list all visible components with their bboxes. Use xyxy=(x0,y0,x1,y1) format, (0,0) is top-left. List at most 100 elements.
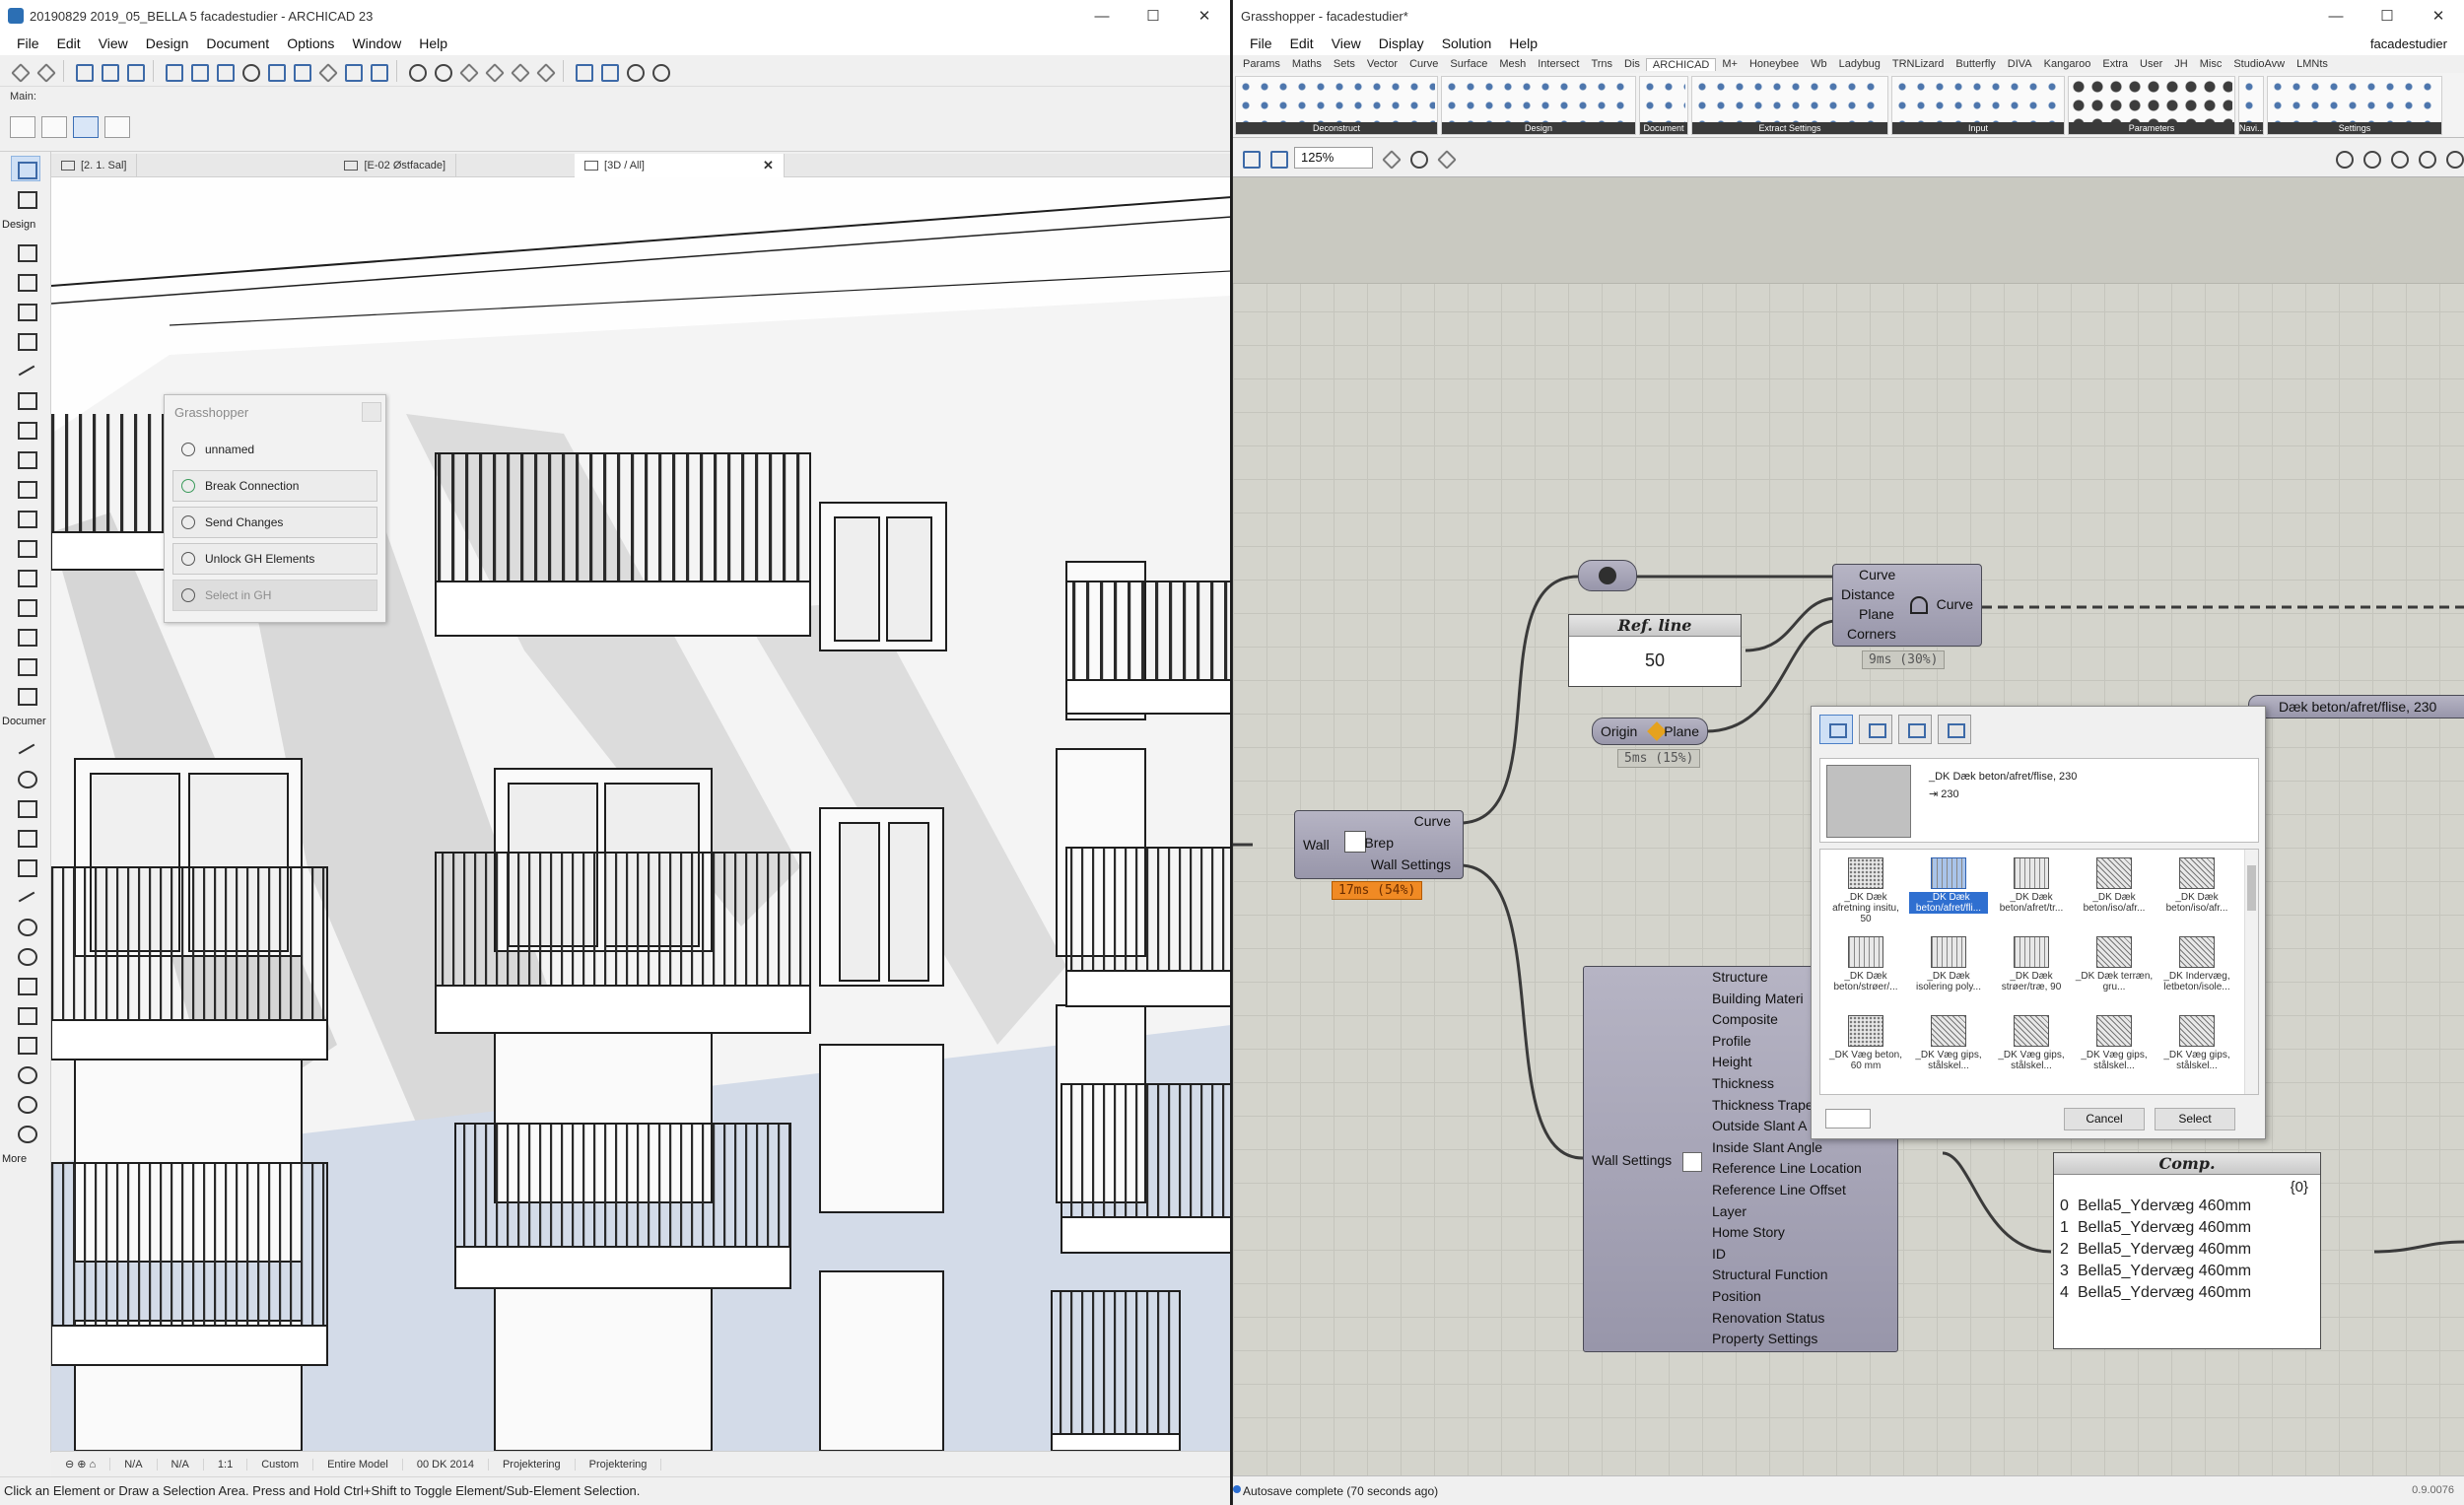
wall-settings-output[interactable]: Layer xyxy=(1712,1203,1862,1225)
material-value-parameter[interactable]: Dæk beton/afret/flise, 230 xyxy=(2248,695,2464,718)
wall-output-settings[interactable]: Wall Settings xyxy=(1371,856,1451,872)
detail-tool[interactable] xyxy=(11,1090,40,1116)
material-tile[interactable]: _DK Dæk beton/afret/fli... xyxy=(1909,854,1988,930)
lock-icon[interactable] xyxy=(315,60,337,82)
shell-tool[interactable] xyxy=(11,505,40,530)
menu-window[interactable]: Window xyxy=(343,35,410,51)
inject-icon[interactable] xyxy=(123,60,145,82)
menu-display[interactable]: Display xyxy=(1370,35,1433,51)
tab-dis[interactable]: Dis xyxy=(1618,58,1646,70)
column-tool[interactable] xyxy=(11,327,40,353)
material-tile[interactable]: _DK Dæk afretning insitu, 50 xyxy=(1826,854,1905,930)
wall-settings-output[interactable]: Renovation Status xyxy=(1712,1310,1862,1332)
tab-maths[interactable]: Maths xyxy=(1286,58,1328,70)
slab-tool[interactable] xyxy=(11,386,40,412)
preview-mesh-quality-icon[interactable] xyxy=(2442,147,2464,169)
window-tool[interactable] xyxy=(11,298,40,323)
tab-jh[interactable]: JH xyxy=(2168,58,2193,70)
tab-sets[interactable]: Sets xyxy=(1328,58,1361,70)
tab-params[interactable]: Params xyxy=(1237,58,1286,70)
ribbon-group-settings[interactable]: Settings xyxy=(2267,76,2442,135)
undo-icon[interactable] xyxy=(8,60,30,82)
tab-ladybug[interactable]: Ladybug xyxy=(1833,58,1886,70)
scrollbar-thumb[interactable] xyxy=(2247,865,2256,911)
offset-icon[interactable] xyxy=(508,60,529,82)
relay-node[interactable] xyxy=(1578,560,1637,591)
menu-help[interactable]: Help xyxy=(1500,35,1546,51)
preview-mode-shaded-icon[interactable] xyxy=(2360,147,2381,169)
offset-input-distance[interactable]: Distance xyxy=(1841,586,1894,602)
fillet-icon[interactable] xyxy=(482,60,504,82)
level-dimension-tool[interactable] xyxy=(11,765,40,790)
3d-viewport[interactable]: Grasshopper unnamed Break Connection Sen… xyxy=(51,177,1230,1451)
save-file-icon[interactable] xyxy=(1266,147,1288,169)
material-tile[interactable]: _DK Dæk beton/afret/tr... xyxy=(1992,854,2071,930)
intersect-icon[interactable] xyxy=(456,60,478,82)
qo-field[interactable]: N/A xyxy=(158,1458,204,1471)
fill-tool[interactable] xyxy=(11,854,40,879)
ref-line-value[interactable]: 50 xyxy=(1569,637,1741,671)
circle-tool[interactable] xyxy=(11,913,40,938)
door-tool[interactable] xyxy=(11,268,40,294)
tab-m-[interactable]: M+ xyxy=(1716,58,1744,70)
wall-settings-output[interactable]: Position xyxy=(1712,1288,1862,1310)
material-grid-scrollbar[interactable] xyxy=(2244,850,2258,1094)
wall-component[interactable]: Wall Curve Brep Wall Settings xyxy=(1294,810,1464,879)
section-tool[interactable] xyxy=(11,1031,40,1057)
material-tile[interactable]: _DK Væg gips, stålskel... xyxy=(1992,1011,2071,1088)
tab-misc[interactable]: Misc xyxy=(2194,58,2228,70)
wall-settings-output[interactable]: Structural Function xyxy=(1712,1266,1862,1288)
ribbon-group-deconstruct[interactable]: Deconstruct xyxy=(1235,76,1438,135)
tab-elevation[interactable]: [E-02 Østfacade] xyxy=(334,153,457,177)
redo-icon[interactable] xyxy=(34,60,55,82)
preview-mode-wire-icon[interactable] xyxy=(2332,147,2354,169)
mode-surface-button[interactable] xyxy=(1938,715,1971,744)
object-tool[interactable] xyxy=(11,623,40,649)
material-tile[interactable]: _DK Dæk beton/iso/afr... xyxy=(2157,854,2236,930)
ribbon-group-design[interactable]: Design xyxy=(1441,76,1636,135)
plane-output[interactable]: Plane xyxy=(1664,723,1699,739)
arc-tool[interactable] xyxy=(11,942,40,968)
elevation-tool[interactable] xyxy=(11,1060,40,1086)
3d-cut-icon[interactable] xyxy=(597,60,619,82)
line-tool[interactable] xyxy=(11,883,40,909)
tab-trns[interactable]: Trns xyxy=(1585,58,1618,70)
3d-window-icon[interactable] xyxy=(572,60,593,82)
menu-design[interactable]: Design xyxy=(137,35,198,51)
ribbon-group-parameters[interactable]: Parameters xyxy=(2068,76,2235,135)
menu-edit[interactable]: Edit xyxy=(48,35,90,51)
document-preview-icon[interactable] xyxy=(2415,147,2436,169)
arrow-tool[interactable] xyxy=(10,156,40,181)
tab-user[interactable]: User xyxy=(2134,58,2168,70)
close-icon[interactable]: ✕ xyxy=(1179,0,1230,32)
document-name[interactable]: facadestudier xyxy=(2361,36,2456,51)
preview-selected-icon[interactable] xyxy=(2387,147,2409,169)
wall-settings-input[interactable]: Wall Settings xyxy=(1592,1152,1672,1168)
skylight-tool[interactable] xyxy=(11,534,40,560)
3d-navigation-icon[interactable] xyxy=(649,60,670,82)
renovation-filter-field[interactable]: Projektering xyxy=(576,1458,662,1471)
zoom-level-select[interactable]: 125% xyxy=(1294,146,1373,169)
menu-file[interactable]: File xyxy=(8,35,48,51)
material-tile[interactable]: _DK Væg gips, stålskel... xyxy=(2157,1011,2236,1088)
marquee-button[interactable] xyxy=(73,116,99,138)
morph-tool[interactable] xyxy=(11,593,40,619)
menu-view[interactable]: View xyxy=(1323,35,1370,51)
split-icon[interactable] xyxy=(533,60,555,82)
cancel-button[interactable]: Cancel xyxy=(2064,1108,2145,1130)
mode-composite-button[interactable] xyxy=(1859,715,1892,744)
tab-curve[interactable]: Curve xyxy=(1403,58,1444,70)
material-tile[interactable]: _DK Indervæg, letbeton/isole... xyxy=(2157,932,2236,1009)
pick-up-icon[interactable] xyxy=(98,60,119,82)
drawing-tool[interactable] xyxy=(11,1001,40,1027)
model-view-field[interactable]: Entire Model xyxy=(313,1458,403,1471)
wall-settings-output[interactable]: Reference Line Offset xyxy=(1712,1182,1862,1203)
trace-icon[interactable] xyxy=(264,60,286,82)
ribbon-group-document[interactable]: Document xyxy=(1639,76,1688,135)
pen-set-field[interactable]: 00 DK 2014 xyxy=(403,1458,489,1471)
maximize-icon[interactable]: ☐ xyxy=(2361,0,2413,32)
plane-input-origin[interactable]: Origin xyxy=(1601,723,1637,739)
mode-profile-button[interactable] xyxy=(1898,715,1932,744)
group-icon[interactable] xyxy=(367,60,388,82)
preview-toggle-icon[interactable] xyxy=(1406,147,1428,169)
